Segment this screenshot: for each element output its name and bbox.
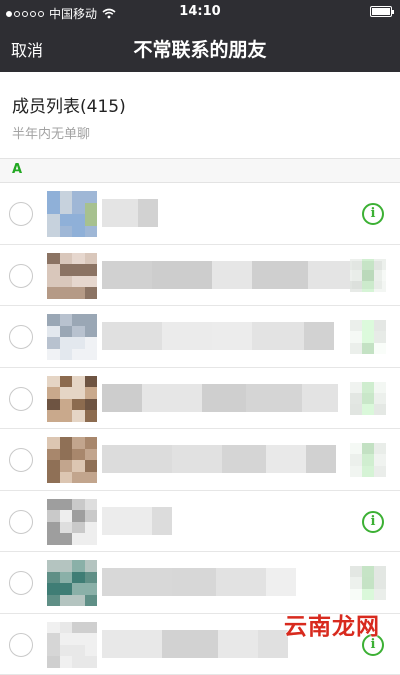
select-radio[interactable]	[9, 264, 33, 288]
contact-name-mosaic	[102, 630, 288, 658]
contact-name-mosaic	[102, 261, 382, 289]
member-list-subtitle: 半年内无单聊	[12, 123, 90, 142]
battery-icon	[370, 6, 392, 17]
section-index-header: A	[0, 159, 400, 183]
select-radio[interactable]	[9, 510, 33, 534]
friend-list: iii	[0, 183, 400, 675]
list-item[interactable]	[0, 368, 400, 430]
contact-name-mosaic	[102, 507, 172, 535]
info-icon[interactable]: i	[362, 203, 384, 225]
page-title: 不常联系的朋友	[0, 35, 400, 62]
select-radio[interactable]	[9, 571, 33, 595]
avatar	[47, 622, 97, 668]
select-radio[interactable]	[9, 633, 33, 657]
contact-name-mosaic	[102, 322, 334, 350]
contact-name-mosaic	[102, 384, 338, 412]
clock: 14:10	[0, 4, 400, 19]
list-item[interactable]	[0, 245, 400, 307]
list-item[interactable]	[0, 552, 400, 614]
info-icon[interactable]	[350, 259, 386, 293]
avatar	[47, 376, 97, 422]
contact-name-mosaic	[102, 199, 158, 227]
select-radio[interactable]	[9, 387, 33, 411]
navigation-bar: 取消 不常联系的朋友	[0, 24, 400, 72]
cancel-button[interactable]: 取消	[11, 37, 43, 61]
avatar	[47, 437, 97, 483]
list-item[interactable]: i	[0, 183, 400, 245]
avatar	[47, 560, 97, 606]
list-item[interactable]: i	[0, 491, 400, 553]
info-icon[interactable]	[350, 443, 386, 477]
avatar	[47, 253, 97, 299]
info-icon[interactable]	[350, 566, 386, 600]
list-item[interactable]	[0, 306, 400, 368]
watermark: 云南龙网	[284, 607, 380, 641]
select-radio[interactable]	[9, 325, 33, 349]
avatar	[47, 499, 97, 545]
avatar	[47, 191, 97, 237]
status-bar: 中国移动 14:10	[0, 0, 400, 24]
member-list-header: 成员列表(415) 半年内无单聊	[0, 72, 400, 159]
select-radio[interactable]	[9, 202, 33, 226]
list-item[interactable]	[0, 429, 400, 491]
section-letter: A	[12, 162, 22, 177]
info-icon[interactable]	[350, 320, 386, 354]
avatar	[47, 314, 97, 360]
info-icon[interactable]: i	[362, 511, 384, 533]
member-list-title: 成员列表(415)	[12, 92, 126, 117]
select-radio[interactable]	[9, 448, 33, 472]
contact-name-mosaic	[102, 568, 296, 596]
contact-name-mosaic	[102, 445, 336, 473]
info-icon[interactable]	[350, 382, 386, 416]
